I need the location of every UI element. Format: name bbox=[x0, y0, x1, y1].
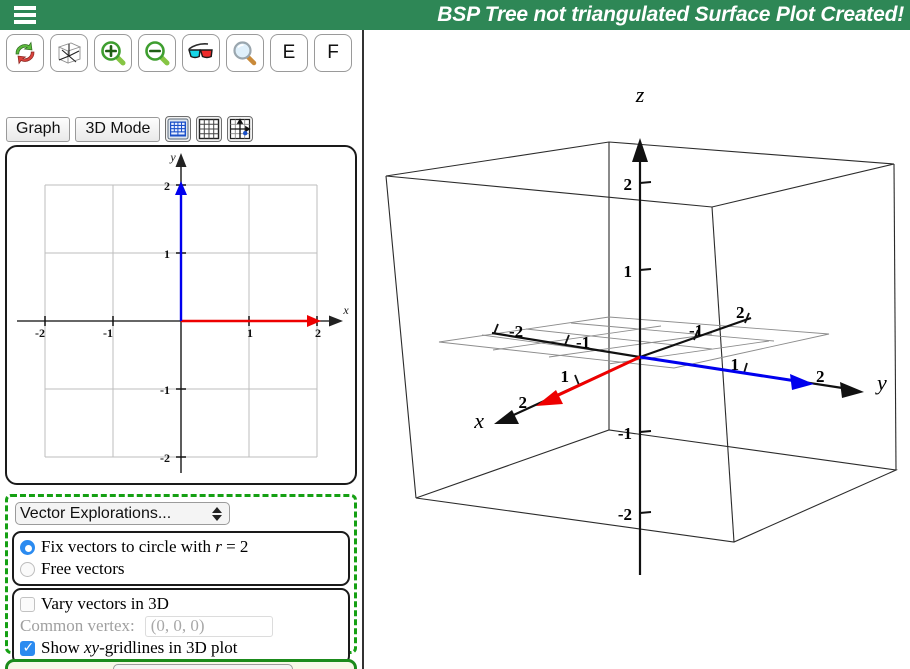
ytick-label-1: 1 bbox=[164, 247, 170, 261]
fix-vectors-radio[interactable] bbox=[20, 539, 35, 555]
ytick-label-neg1-3d: -1 bbox=[576, 333, 590, 352]
vector-x-3d bbox=[536, 355, 641, 406]
x-axis-arrow-2d bbox=[329, 315, 343, 327]
add-to-graph-bar: Add to graph: Select... bbox=[5, 659, 357, 669]
magnifier-minus-icon bbox=[145, 41, 170, 66]
xtick-label-2-3d: 2 bbox=[519, 393, 528, 412]
xtick-label-1: 1 bbox=[247, 326, 253, 340]
xtick-label-neg1: -1 bbox=[103, 326, 113, 340]
add-to-graph-select-box[interactable]: Select... bbox=[112, 664, 293, 669]
vector-y-2d bbox=[175, 181, 187, 321]
vary-vectors-row[interactable]: Vary vectors in 3D bbox=[20, 593, 342, 615]
grid-button[interactable] bbox=[196, 116, 223, 142]
magnifier-icon bbox=[233, 41, 257, 66]
status-message: BSP Tree not triangulated Surface Plot C… bbox=[437, 3, 904, 26]
3d-mode-button[interactable]: 3D Mode bbox=[75, 117, 161, 142]
vary-vectors-label: Vary vectors in 3D bbox=[41, 594, 169, 613]
plot-3d-panel[interactable]: 2 1 -1 -2 z 1 2 x -1 2 1 2 y -1 -2 bbox=[364, 30, 910, 669]
free-vectors-label: Free vectors bbox=[41, 559, 125, 578]
free-vectors-row[interactable]: Free vectors bbox=[20, 558, 342, 580]
graph-button[interactable]: Graph bbox=[6, 117, 71, 142]
f-button[interactable]: F bbox=[314, 34, 352, 72]
vector-3d-group: Vary vectors in 3D Common vertex: Show x… bbox=[12, 588, 350, 665]
y-axis-label-2d: y bbox=[169, 150, 176, 164]
x-axis-negative-3d: -1 2 bbox=[639, 303, 752, 359]
vector-y-3d bbox=[639, 355, 814, 390]
e-button[interactable]: E bbox=[270, 34, 308, 72]
ytick-label-2: 2 bbox=[164, 179, 170, 193]
graph-2d-svg: -2 -1 1 2 -2 -1 1 2 x y bbox=[17, 150, 349, 473]
axes-2d bbox=[17, 161, 333, 473]
rotate-refresh-icon bbox=[15, 41, 35, 65]
show-gridlines-label: Show xy-gridlines in 3D plot bbox=[41, 638, 238, 657]
explorations-select-box[interactable]: Vector Explorations... bbox=[15, 502, 230, 525]
grid-axes-point-icon bbox=[230, 118, 252, 140]
fix-vectors-row[interactable]: Fix vectors to circle with r = 2 bbox=[20, 536, 342, 558]
explorations-select[interactable]: Vector Explorations... bbox=[15, 502, 230, 525]
xtick-label-neg2: -2 bbox=[35, 326, 45, 340]
x-axis-label-2d: x bbox=[342, 303, 349, 317]
y-axis-label-3d: y bbox=[875, 370, 887, 395]
graph-2d-panel[interactable]: -2 -1 1 2 -2 -1 1 2 x y bbox=[5, 145, 357, 485]
zoom-in-button[interactable] bbox=[94, 34, 132, 72]
vary-vectors-checkbox[interactable] bbox=[20, 596, 35, 612]
3d-axes-box-icon bbox=[57, 42, 82, 64]
x-axis-label-3d: x bbox=[473, 408, 484, 433]
ztick-label-2: 2 bbox=[624, 175, 633, 194]
hamburger-menu-icon[interactable] bbox=[8, 0, 42, 30]
ztick-label-neg1: -1 bbox=[618, 424, 632, 443]
free-vectors-radio[interactable] bbox=[20, 561, 35, 577]
3d-glasses-icon bbox=[188, 43, 213, 59]
common-vertex-input[interactable] bbox=[144, 615, 273, 637]
ytick-label-neg2: -2 bbox=[160, 451, 170, 465]
common-vertex-label: Common vertex: bbox=[20, 616, 135, 635]
xtick-label-2: 2 bbox=[315, 326, 321, 340]
anaglyph-button[interactable] bbox=[182, 34, 220, 72]
application-window: BSP Tree not triangulated Surface Plot C… bbox=[0, 0, 910, 669]
magnifier-plus-icon bbox=[101, 41, 126, 66]
toolbar: E F bbox=[6, 34, 352, 72]
magnify-button[interactable] bbox=[226, 34, 264, 72]
show-gridlines-checkbox[interactable] bbox=[20, 640, 35, 656]
ytick-label-neg2-3d: -2 bbox=[509, 322, 523, 341]
ztick-label-1: 1 bbox=[624, 262, 633, 281]
axes-box-button[interactable] bbox=[50, 34, 88, 72]
ytick-label-neg1: -1 bbox=[160, 383, 170, 397]
fix-vectors-label: Fix vectors to circle with r = 2 bbox=[41, 537, 249, 556]
grid-axes-point-button[interactable] bbox=[227, 116, 254, 142]
grid-icon bbox=[199, 118, 220, 140]
xtick-label-1-3d: 1 bbox=[561, 367, 570, 386]
vector-mode-radio-group: Fix vectors to circle with r = 2 Free ve… bbox=[12, 531, 350, 586]
add-to-graph-select[interactable]: Select... bbox=[112, 664, 293, 669]
zoom-out-button[interactable] bbox=[138, 34, 176, 72]
app-header: BSP Tree not triangulated Surface Plot C… bbox=[0, 0, 910, 30]
z-axis-label-3d: z bbox=[635, 82, 645, 107]
y-axis-arrow-2d bbox=[175, 153, 187, 167]
vector-options-panel: Vector Explorations... Fix vectors to ci… bbox=[5, 494, 357, 665]
plot-3d-svg: 2 1 -1 -2 z 1 2 x -1 2 1 2 y -1 -2 bbox=[385, 82, 898, 575]
explorations-select-wrap: Vector Explorations... bbox=[11, 500, 351, 529]
xtick-label-neg2-3d: 2 bbox=[736, 303, 745, 322]
keypad-icon bbox=[167, 118, 189, 140]
keypad-button[interactable] bbox=[165, 116, 192, 142]
ztick-label-neg2: -2 bbox=[618, 505, 632, 524]
ytick-label-2-3d: 2 bbox=[816, 367, 825, 386]
mode-row: Graph 3D Mode bbox=[6, 116, 254, 142]
xtick-label-neg1-3d: -1 bbox=[689, 321, 703, 340]
common-vertex-row: Common vertex: bbox=[20, 615, 342, 637]
left-panel: E F Graph 3D Mode -2 -1 1 2 -2 -1 1 2 x … bbox=[0, 30, 362, 669]
rotate-refresh-button[interactable] bbox=[6, 34, 44, 72]
show-gridlines-row[interactable]: Show xy-gridlines in 3D plot bbox=[20, 637, 342, 659]
